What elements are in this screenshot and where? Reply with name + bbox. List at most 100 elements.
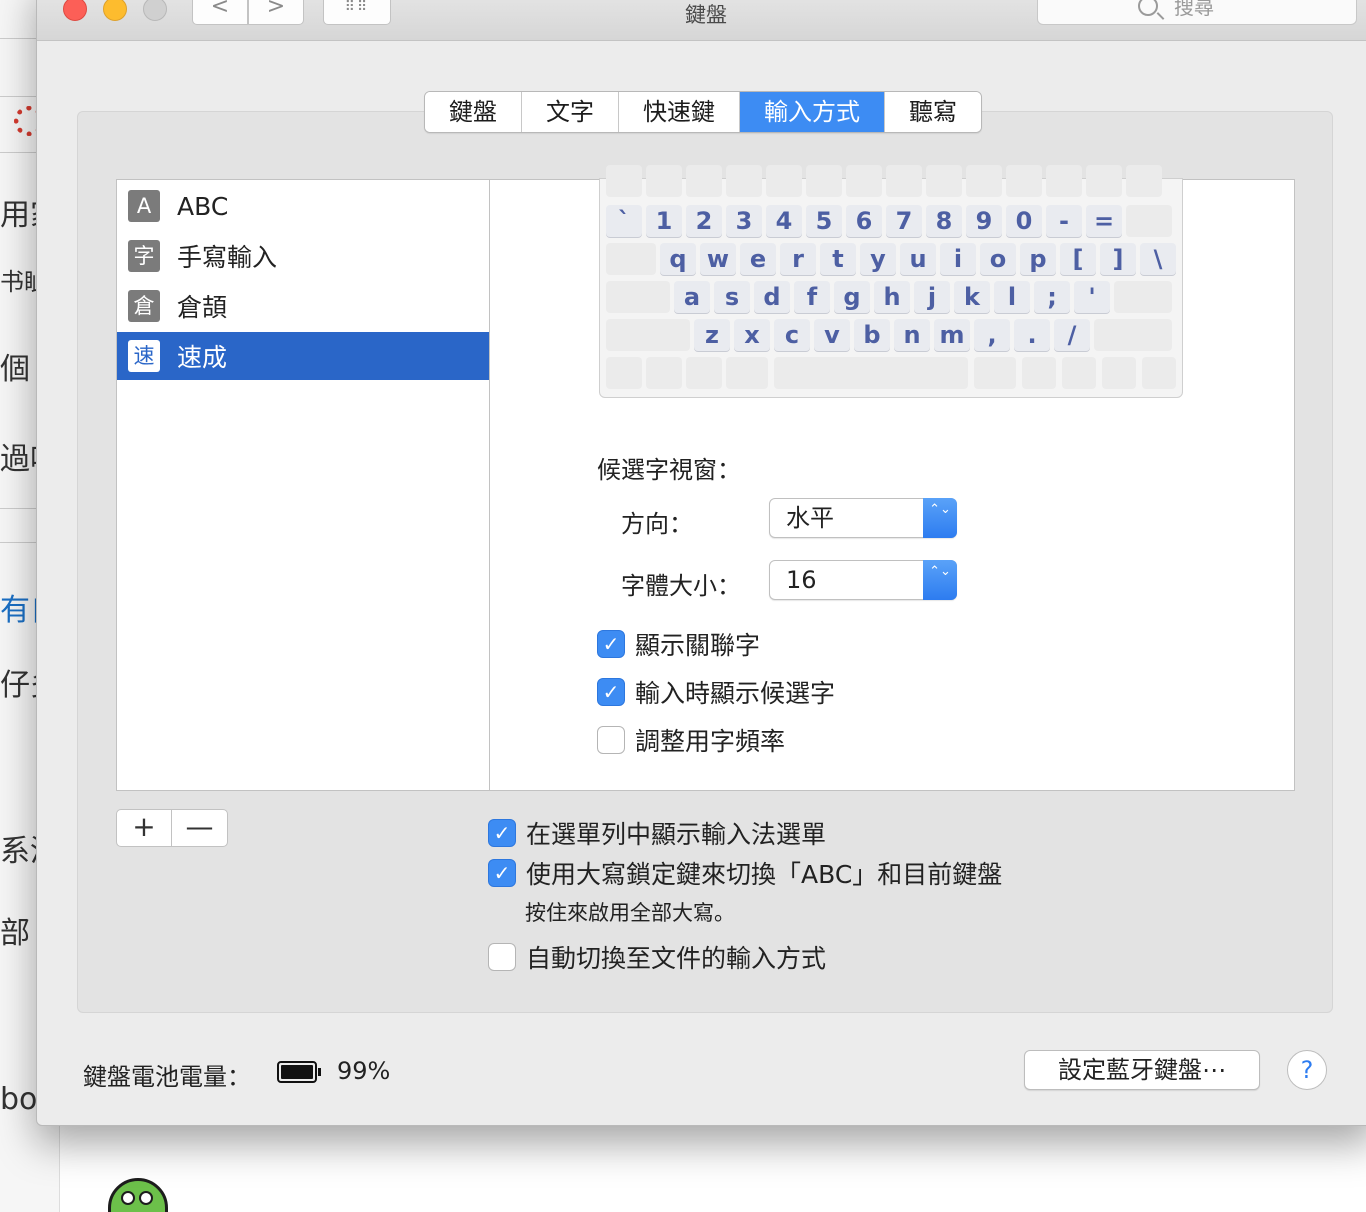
keyboard-key: . [1014,319,1050,351]
keyboard-key: ' [1074,281,1110,313]
caps-lock-switch-checkbox[interactable]: ✓ [488,859,516,887]
show-associated-words-checkbox[interactable]: ✓ [597,630,625,658]
battery-level-fill [281,1065,313,1079]
tab-dictation[interactable]: 聽寫 [885,92,981,132]
option-label: 輸入時顯示候選字 [635,679,836,708]
keyboard-key: 6 [846,205,882,237]
show-input-menu-option[interactable]: ✓ 在選單列中顯示輸入法選單 [488,815,826,851]
background-text: 书眦 [0,268,38,296]
tab-input-sources[interactable]: 輸入方式 [740,92,885,132]
add-input-source-button[interactable]: + [117,810,173,846]
font-size-label: 字體大小： [621,572,741,600]
show-input-menu-checkbox[interactable]: ✓ [488,819,516,847]
keyboard-key-blank [966,165,1002,197]
keyboard-key-blank [726,357,768,389]
remove-input-source-button[interactable]: — [172,810,227,846]
keyboard-key-blank [806,165,842,197]
keyboard-key: 2 [686,205,722,237]
mascot-icon [108,1178,168,1212]
keyboard-key-blank [606,281,670,313]
keyboard-key: f [794,281,830,313]
keyboard-key: g [834,281,870,313]
mascot-eye [121,1191,135,1205]
search-field[interactable]: 搜尋 [1037,0,1357,25]
keyboard-key: u [900,243,936,275]
keyboard-key: ` [606,205,642,237]
keyboard-key-blank [974,357,1016,389]
auto-switch-option[interactable]: 自動切換至文件的輸入方式 [488,939,826,975]
show-candidates-while-typing-checkbox[interactable]: ✓ [597,678,625,706]
handwriting-source-icon: 字 [128,240,160,272]
keyboard-key: 1 [646,205,682,237]
input-source-label: 倉頡 [177,293,228,322]
keyboard-key-blank [774,357,968,389]
caps-lock-switch-option[interactable]: ✓ 使用大寫鎖定鍵來切換「ABC」和目前鍵盤 [488,855,1002,891]
battery-percent: 99% [337,1057,391,1085]
search-icon [1138,0,1158,16]
keyboard-key-blank [1006,165,1042,197]
keyboard-key: d [754,281,790,313]
candidate-window-heading: 候選字視窗： [597,456,741,484]
keyboard-key: 8 [926,205,962,237]
tab-shortcuts[interactable]: 快速鍵 [619,92,740,132]
setup-bluetooth-keyboard-button[interactable]: 設定藍牙鍵盤⋯ [1024,1050,1260,1090]
show-candidates-while-typing-option[interactable]: ✓ 輸入時顯示候選字 [597,674,835,710]
input-source-abc[interactable]: A ABC [117,182,489,230]
input-source-handwriting[interactable]: 字 手寫輸入 [117,232,489,280]
adjust-frequency-checkbox[interactable] [597,726,625,754]
tab-keyboard[interactable]: 鍵盤 [425,92,522,132]
input-source-cangjie[interactable]: 倉 倉頡 [117,282,489,330]
background-text: 過吋 [0,442,38,477]
keyboard-key: o [980,243,1016,275]
tab-bar: 鍵盤 文字 快速鍵 輸入方式 聽寫 [424,91,982,133]
mascot-eye [139,1191,153,1205]
keyboard-key: y [860,243,896,275]
tab-text[interactable]: 文字 [522,92,619,132]
keyboard-key: e [740,243,776,275]
keyboard-preferences-window: < > ⠿⠿ 鍵盤 搜尋 鍵盤 文字 快速鍵 輸入方式 聽寫 A ABC 字 手… [36,0,1366,1126]
input-source-label: ABC [177,191,229,221]
keyboard-key-blank [1022,357,1056,389]
cangjie-source-icon: 倉 [128,290,160,322]
keyboard-key: n [894,319,930,351]
adjust-frequency-option[interactable]: 調整用字頻率 [597,722,785,758]
keyboard-key-blank [646,357,682,389]
background-text: 仔多 [0,668,38,703]
keyboard-key: 9 [966,205,1002,237]
battery-terminal [318,1068,321,1076]
keyboard-key: , [974,319,1010,351]
keyboard-key-blank [1126,205,1172,237]
font-size-popup[interactable]: 16 ⌃⌄ [769,560,957,600]
option-label: 自動切換至文件的輸入方式 [526,944,827,973]
keyboard-key: t [820,243,856,275]
keyboard-key-blank [726,165,762,197]
keyboard-key-blank [606,243,656,275]
keyboard-key: / [1054,319,1090,351]
sucheng-source-icon: 速 [128,340,160,372]
keyboard-key-blank [686,165,722,197]
input-source-sucheng[interactable]: 速 速成 [117,332,489,380]
auto-switch-checkbox[interactable] [488,943,516,971]
keyboard-key: j [914,281,950,313]
keyboard-key: 7 [886,205,922,237]
keyboard-key: = [1086,205,1122,237]
show-associated-words-option[interactable]: ✓ 顯示關聯字 [597,626,760,662]
keyboard-key: b [854,319,890,351]
keyboard-key-blank [646,165,682,197]
keyboard-key-blank [1114,281,1172,313]
help-button[interactable]: ? [1287,1050,1327,1090]
keyboard-key: \ [1140,243,1176,275]
background-link[interactable]: 有自 [0,585,38,629]
keyboard-key-blank [1086,165,1122,197]
keyboard-key-blank [606,319,690,351]
keyboard-key-blank [606,165,642,197]
keyboard-key-blank [1142,357,1176,389]
background-text: 部 [0,916,30,951]
keyboard-key: q [660,243,696,275]
keyboard-key: 4 [766,205,802,237]
direction-popup[interactable]: 水平 ⌃⌄ [769,498,957,538]
background-text: 個 [0,352,30,387]
keyboard-key: z [694,319,730,351]
battery-label: 鍵盤電池電量： [83,1063,251,1091]
direction-value: 水平 [786,504,834,532]
